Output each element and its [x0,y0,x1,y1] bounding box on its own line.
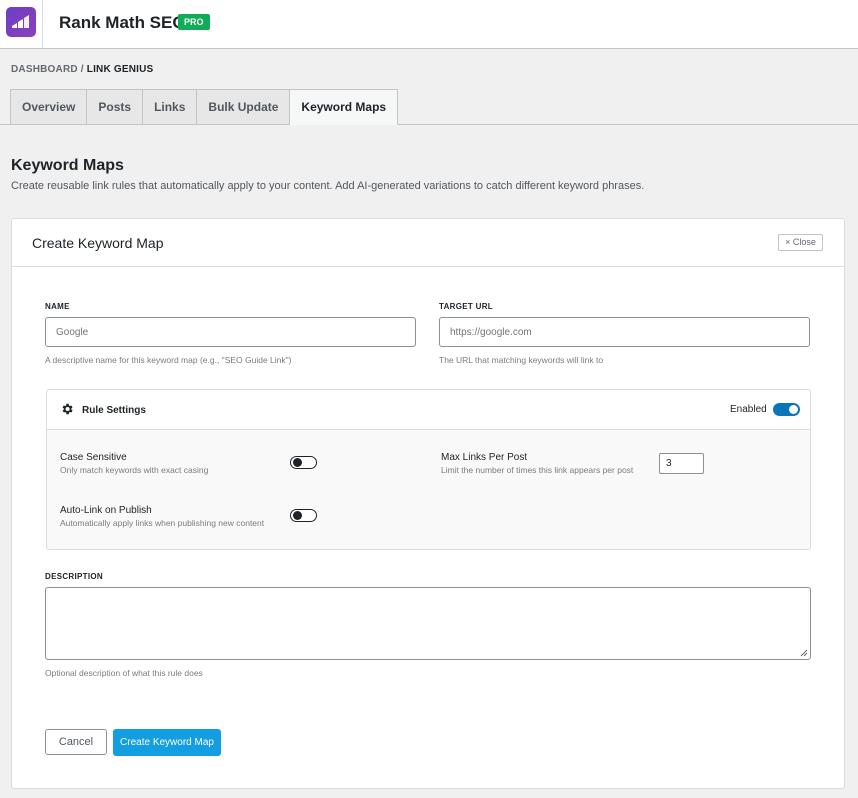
max-links-title: Max Links Per Post [441,452,528,463]
case-sensitive-help: Only match keywords with exact casing [60,465,209,475]
name-input[interactable] [45,317,416,347]
top-bar: Rank Math SEO PRO [0,0,858,49]
auto-link-title: Auto-Link on Publish [60,505,152,516]
auto-link-toggle[interactable] [290,509,317,522]
tab-bulk-update[interactable]: Bulk Update [197,89,291,125]
rule-settings-panel: Rule Settings Enabled Case Sensitive Onl… [46,389,811,550]
case-sensitive-title: Case Sensitive [60,452,127,463]
toggle-knob [292,457,302,467]
toggle-knob [292,510,302,520]
close-button[interactable]: × Close [778,234,823,251]
create-keyword-map-button[interactable]: Create Keyword Map [113,729,221,756]
breadcrumb-dashboard[interactable]: DASHBOARD [11,64,78,75]
description-textarea[interactable] [45,587,811,660]
target-url-help: The URL that matching keywords will link… [439,355,604,365]
breadcrumb-separator: / [80,64,84,75]
case-sensitive-toggle[interactable] [290,456,317,469]
rule-settings-title: Rule Settings [82,405,146,416]
page-title: Keyword Maps [11,157,124,174]
rule-settings-header: Rule Settings Enabled [47,390,810,430]
close-icon: × [785,237,791,247]
description-label: DESCRIPTION [45,572,103,581]
cancel-button[interactable]: Cancel [45,729,107,755]
target-url-input[interactable] [439,317,810,347]
page-description: Create reusable link rules that automati… [11,180,645,192]
name-help: A descriptive name for this keyword map … [45,355,292,365]
header-divider [42,0,43,48]
breadcrumb: DASHBOARD / LINK GENIUS [11,64,153,75]
target-url-label: TARGET URL [439,302,493,311]
card-title: Create Keyword Map [32,235,164,251]
rank-math-logo-icon[interactable] [6,7,36,37]
app-title: Rank Math SEO [59,13,186,32]
tab-overview[interactable]: Overview [10,89,88,125]
breadcrumb-current: LINK GENIUS [86,64,154,75]
max-links-input[interactable] [659,453,704,474]
card-header: Create Keyword Map × Close [12,219,844,267]
resize-grip-icon[interactable] [800,649,808,657]
description-help: Optional description of what this rule d… [45,668,203,678]
enabled-toggle[interactable] [773,403,800,416]
name-label: NAME [45,302,70,311]
tab-posts[interactable]: Posts [87,89,144,125]
gear-icon [62,403,73,415]
pro-badge: PRO [178,14,210,30]
enabled-label: Enabled [730,404,767,415]
tab-bar: Overview Posts Links Bulk Update Keyword… [10,89,399,125]
max-links-help: Limit the number of times this link appe… [441,465,634,475]
tab-keyword-maps[interactable]: Keyword Maps [290,89,399,125]
toggle-knob [789,405,798,414]
tab-links[interactable]: Links [143,89,198,125]
create-keyword-map-card: Create Keyword Map × Close NAME A descri… [11,218,845,789]
auto-link-help: Automatically apply links when publishin… [60,518,265,528]
close-label: Close [792,237,816,247]
